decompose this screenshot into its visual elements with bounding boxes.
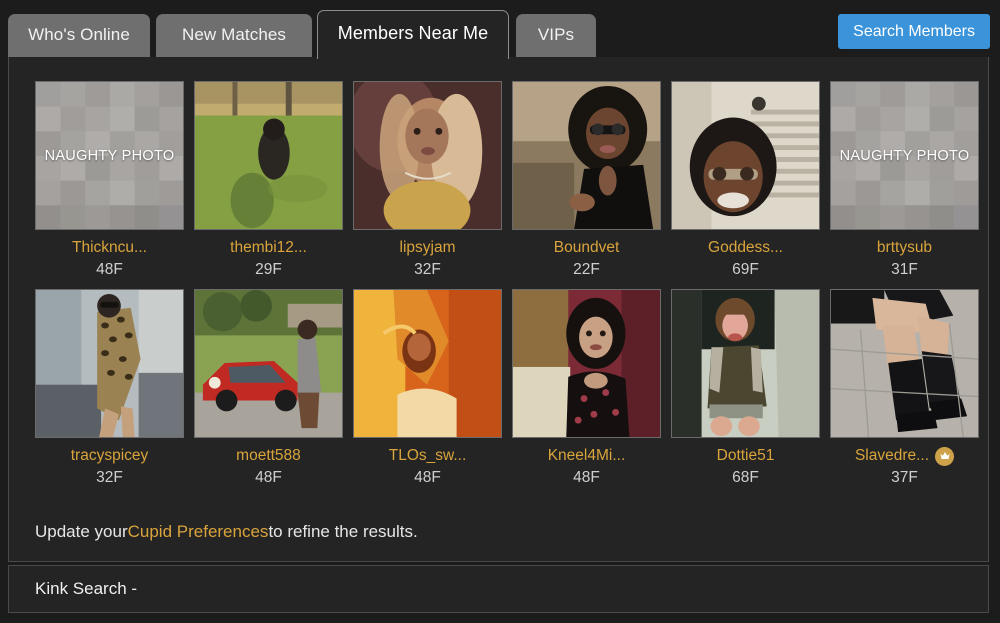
member-photo[interactable] (512, 81, 661, 230)
member-username[interactable]: lipsyjam (400, 239, 456, 257)
member-age: 31F (891, 261, 918, 278)
member-age: 48F (573, 469, 600, 486)
member-card[interactable]: lipsyjam 32F (353, 81, 502, 279)
member-age: 69F (732, 261, 759, 278)
member-card[interactable]: NAUGHTY PHOTO Thickncu... 48F (35, 81, 184, 279)
member-photo[interactable] (671, 81, 820, 230)
kink-search-label: Kink Search - (35, 579, 138, 598)
member-age: 22F (573, 261, 600, 278)
member-username[interactable]: Dottie51 (717, 447, 775, 465)
refine-results-note: Update your Cupid Preferences to refine … (9, 503, 988, 561)
member-username[interactable]: moett588 (236, 447, 301, 465)
member-username-line: Thickncu... (35, 238, 184, 258)
member-username[interactable]: Kneel4Mi... (548, 447, 626, 465)
member-username-line: TLOs_sw... (353, 446, 502, 466)
results-panel: NAUGHTY PHOTO Thickncu... 48F thembi12... 2… (8, 57, 989, 562)
member-card[interactable]: Slavedre... 37F (830, 289, 979, 487)
member-username-line: tracyspicey (35, 446, 184, 466)
crown-icon (935, 446, 955, 466)
refine-note-prefix: Update your (35, 522, 128, 541)
member-card[interactable]: Kneel4Mi... 48F (512, 289, 661, 487)
member-username-line: Goddess... (671, 238, 820, 258)
member-card[interactable]: moett588 48F (194, 289, 343, 487)
member-age: 68F (732, 469, 759, 486)
member-username-line: lipsyjam (353, 238, 502, 258)
member-row: NAUGHTY PHOTO Thickncu... 48F thembi12... 2… (35, 81, 988, 279)
member-username-line: moett588 (194, 446, 343, 466)
cupid-preferences-link[interactable]: Cupid Preferences (128, 522, 269, 542)
member-photo[interactable]: NAUGHTY PHOTO (830, 81, 979, 230)
member-card[interactable]: Boundvet 22F (512, 81, 661, 279)
kink-search-section-header[interactable]: Kink Search - (8, 565, 989, 613)
member-photo[interactable] (671, 289, 820, 438)
tab-vips[interactable]: VIPs (516, 14, 596, 59)
member-photo[interactable] (194, 289, 343, 438)
member-age: 48F (96, 261, 123, 278)
member-age: 29F (255, 261, 282, 278)
member-card[interactable]: NAUGHTY PHOTO brttysub 31F (830, 81, 979, 279)
member-age: 37F (891, 469, 918, 486)
member-card[interactable]: Goddess... 69F (671, 81, 820, 279)
member-username[interactable]: Slavedre... (855, 447, 929, 465)
member-username[interactable]: Boundvet (554, 239, 620, 257)
member-card[interactable]: TLOs_sw... 48F (353, 289, 502, 487)
tab-new-matches[interactable]: New Matches (156, 14, 312, 59)
member-card[interactable]: Dottie51 68F (671, 289, 820, 487)
refine-note-suffix: to refine the results. (268, 522, 418, 541)
member-username[interactable]: thembi12... (230, 239, 307, 257)
member-age: 32F (96, 469, 123, 486)
member-age: 48F (255, 469, 282, 486)
member-photo[interactable] (194, 81, 343, 230)
member-photo[interactable] (353, 81, 502, 230)
member-username-line: Slavedre... (830, 446, 979, 466)
member-photo[interactable] (512, 289, 661, 438)
tab-bar: Who's Online New Matches Members Near Me… (0, 0, 1000, 59)
search-members-button[interactable]: Search Members (838, 14, 990, 49)
member-username[interactable]: TLOs_sw... (389, 447, 467, 465)
member-photo[interactable] (35, 289, 184, 438)
member-username[interactable]: tracyspicey (71, 447, 149, 465)
member-row: tracyspicey 32F moett588 48F TLOs_sw... 4 (35, 289, 988, 487)
member-age: 32F (414, 261, 441, 278)
tab-whos-online[interactable]: Who's Online (8, 14, 150, 59)
member-photo[interactable]: NAUGHTY PHOTO (35, 81, 184, 230)
member-username-line: Boundvet (512, 238, 661, 258)
members-near-me-page: Who's Online New Matches Members Near Me… (0, 0, 1000, 623)
member-username[interactable]: Thickncu... (72, 239, 147, 257)
tab-members-near-me[interactable]: Members Near Me (317, 10, 509, 59)
member-username-line: brttysub (830, 238, 979, 258)
member-username-line: Kneel4Mi... (512, 446, 661, 466)
member-photo[interactable] (830, 289, 979, 438)
member-age: 48F (414, 469, 441, 486)
member-grid: NAUGHTY PHOTO Thickncu... 48F thembi12... 2… (9, 57, 988, 497)
member-username[interactable]: brttysub (877, 239, 932, 257)
member-username-line: Dottie51 (671, 446, 820, 466)
member-username-line: thembi12... (194, 238, 343, 258)
member-photo[interactable] (353, 289, 502, 438)
member-card[interactable]: thembi12... 29F (194, 81, 343, 279)
member-username[interactable]: Goddess... (708, 239, 783, 257)
member-card[interactable]: tracyspicey 32F (35, 289, 184, 487)
